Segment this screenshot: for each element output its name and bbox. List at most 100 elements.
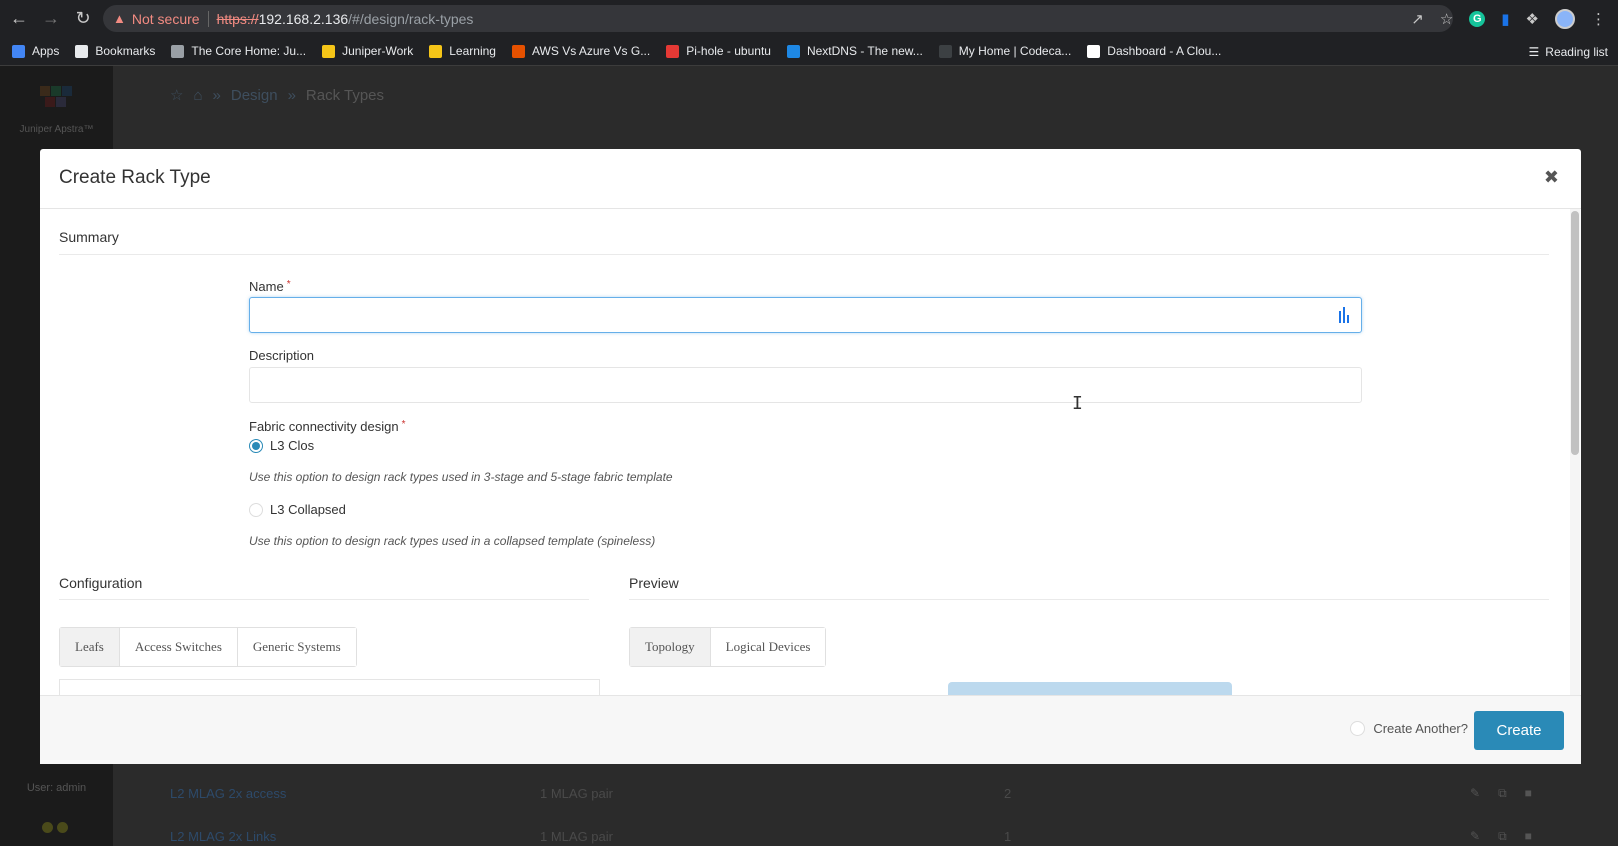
forward-icon[interactable]: → bbox=[38, 6, 64, 32]
preview-tabs: Topology Logical Devices bbox=[629, 627, 827, 667]
clone-icon[interactable]: ⧉ bbox=[1498, 786, 1507, 801]
browser-toolbar: ← → ↻ ▲ Not secure https:// 192.168.2.13… bbox=[0, 0, 1618, 37]
table-row-name[interactable]: L2 MLAG 2x access bbox=[170, 786, 286, 801]
table-row-leafs: 1 MLAG pair bbox=[540, 786, 613, 801]
delete-icon[interactable]: ■ bbox=[1525, 786, 1532, 801]
edit-icon[interactable]: ✎ bbox=[1470, 786, 1480, 801]
warning-icon: ▲ bbox=[113, 11, 126, 26]
bookmark-item[interactable]: Learning bbox=[429, 44, 496, 58]
name-input[interactable] bbox=[249, 297, 1362, 333]
modal-title: Create Rack Type bbox=[59, 167, 211, 188]
table-row-count: 2 bbox=[1004, 786, 1012, 801]
reading-list-label: Reading list bbox=[1545, 44, 1608, 59]
description-input[interactable] bbox=[249, 367, 1362, 403]
home-icon[interactable]: ⌂ bbox=[193, 87, 202, 104]
bookmark-icon bbox=[786, 44, 800, 58]
back-icon[interactable]: ← bbox=[6, 6, 32, 32]
table-row-name[interactable]: L2 MLAG 2x Links bbox=[170, 829, 276, 844]
bookmark-item[interactable]: Dashboard - A Clou... bbox=[1087, 44, 1221, 58]
breadcrumb: ☆ ⌂ » Design » Rack Types bbox=[170, 86, 384, 105]
radio-button[interactable] bbox=[249, 438, 263, 453]
share-icon[interactable]: ↗ bbox=[1411, 10, 1424, 28]
create-rack-type-modal: Create Rack Type ✖ Summary Name * Descrip… bbox=[40, 149, 1581, 764]
create-button[interactable]: Create bbox=[1474, 711, 1564, 750]
close-icon[interactable]: ✖ bbox=[1544, 167, 1559, 188]
grammarly-icon[interactable]: G bbox=[1469, 10, 1486, 27]
user-label: User: admin bbox=[26, 782, 87, 794]
row-actions: ✎ ⧉ ■ bbox=[1470, 829, 1532, 844]
preview-divider bbox=[629, 599, 1549, 600]
bookmark-label: Bookmarks bbox=[95, 44, 156, 58]
bookmark-item[interactable]: My Home | Codeca... bbox=[938, 44, 1071, 58]
reading-list-icon: ☰ bbox=[1528, 44, 1540, 59]
delete-icon[interactable]: ■ bbox=[1525, 829, 1532, 844]
configuration-divider bbox=[59, 599, 589, 600]
summary-title: Summary bbox=[59, 229, 119, 245]
reload-icon[interactable]: ↻ bbox=[70, 6, 96, 32]
bookmark-item[interactable]: Pi-hole - ubuntu bbox=[666, 44, 771, 58]
extension-bars-icon[interactable]: ▮ bbox=[1501, 10, 1509, 28]
url-scheme: https:// bbox=[216, 10, 259, 27]
url-host: 192.168.2.136 bbox=[258, 10, 349, 27]
browser-actions: ↗ ☆ G ▮ ❖ ⋮ bbox=[1411, 0, 1618, 37]
configuration-tabs: Leafs Access Switches Generic Systems bbox=[59, 627, 357, 667]
l3-collapsed-help: Use this option to design rack types use… bbox=[249, 534, 656, 548]
summary-divider bbox=[59, 254, 1549, 255]
bookmark-label: The Core Home: Ju... bbox=[191, 44, 307, 58]
bookmark-icon bbox=[666, 44, 680, 58]
menu-icon[interactable]: ⋮ bbox=[1591, 10, 1606, 28]
edit-icon[interactable]: ✎ bbox=[1470, 829, 1480, 844]
tab-logical-devices[interactable]: Logical Devices bbox=[710, 628, 826, 666]
name-label: Name * bbox=[249, 279, 291, 294]
radio-label: L3 Clos bbox=[270, 438, 315, 453]
bookmark-item[interactable]: Apps bbox=[12, 44, 59, 58]
apstra-logo bbox=[40, 86, 72, 116]
bookmarks-bar: Apps Bookmarks The Core Home: Ju... Juniper… bbox=[0, 37, 1618, 66]
puzzle-icon[interactable]: ❖ bbox=[1526, 10, 1539, 28]
bookmark-item[interactable]: The Core Home: Ju... bbox=[171, 44, 306, 58]
topology-preview-leaf bbox=[948, 682, 1232, 695]
bookmark-icon bbox=[322, 44, 336, 58]
password-manager-icon[interactable] bbox=[1339, 307, 1353, 323]
radio-button[interactable] bbox=[249, 502, 263, 517]
bookmark-item[interactable]: Juniper-Work bbox=[322, 44, 413, 58]
preview-title: Preview bbox=[629, 575, 679, 591]
configuration-title: Configuration bbox=[59, 575, 143, 591]
star-icon[interactable]: ☆ bbox=[1440, 10, 1453, 28]
modal-body: Summary Name * Description Fabric connect… bbox=[40, 209, 1581, 695]
create-another-toggle[interactable]: Create Another? bbox=[1350, 721, 1468, 736]
tab-topology[interactable]: Topology bbox=[630, 628, 711, 666]
bookmark-item[interactable]: NextDNS - The new... bbox=[786, 44, 923, 58]
fabric-design-label: Fabric connectivity design * bbox=[249, 419, 406, 434]
breadcrumb-design[interactable]: Design bbox=[231, 87, 278, 104]
tab-leafs[interactable]: Leafs bbox=[60, 628, 120, 666]
url-divider bbox=[207, 10, 209, 27]
bookmark-icon bbox=[511, 44, 525, 58]
bookmark-item[interactable]: AWS Vs Azure Vs G... bbox=[511, 44, 651, 58]
reading-list-button[interactable]: ☰ Reading list bbox=[1529, 37, 1608, 66]
bookmark-icon bbox=[938, 44, 952, 58]
status-dots bbox=[42, 822, 68, 833]
bookmark-item[interactable]: Bookmarks bbox=[75, 44, 155, 58]
bookmark-icon bbox=[429, 44, 443, 58]
text-cursor-icon: I bbox=[1072, 393, 1083, 414]
breadcrumb-current: Rack Types bbox=[305, 86, 384, 104]
bookmark-icon bbox=[1087, 44, 1101, 58]
bookmark-icon bbox=[12, 44, 25, 58]
tab-access-switches[interactable]: Access Switches bbox=[119, 628, 238, 666]
table-row-count: 1 bbox=[1004, 829, 1012, 844]
radio-l3-collapsed[interactable]: L3 Collapsed bbox=[249, 502, 346, 517]
app-name: Juniper Apstra™ bbox=[19, 124, 94, 135]
tab-generic-systems[interactable]: Generic Systems bbox=[237, 628, 356, 666]
table-row-leafs: 1 MLAG pair bbox=[540, 829, 613, 844]
address-bar[interactable]: ▲ Not secure https:// 192.168.2.136 /#/d… bbox=[103, 5, 1453, 32]
create-another-checkbox[interactable] bbox=[1350, 721, 1366, 736]
profile-avatar[interactable] bbox=[1555, 8, 1575, 29]
modal-scrollbar[interactable] bbox=[1571, 211, 1579, 455]
bookmark-label: AWS Vs Azure Vs G... bbox=[531, 44, 651, 58]
clone-icon[interactable]: ⧉ bbox=[1498, 829, 1507, 844]
bookmark-label: Apps bbox=[32, 44, 60, 58]
url-path: /#/design/rack-types bbox=[348, 10, 474, 27]
radio-l3-clos[interactable]: L3 Clos bbox=[249, 438, 314, 453]
star-icon[interactable]: ☆ bbox=[170, 86, 183, 104]
